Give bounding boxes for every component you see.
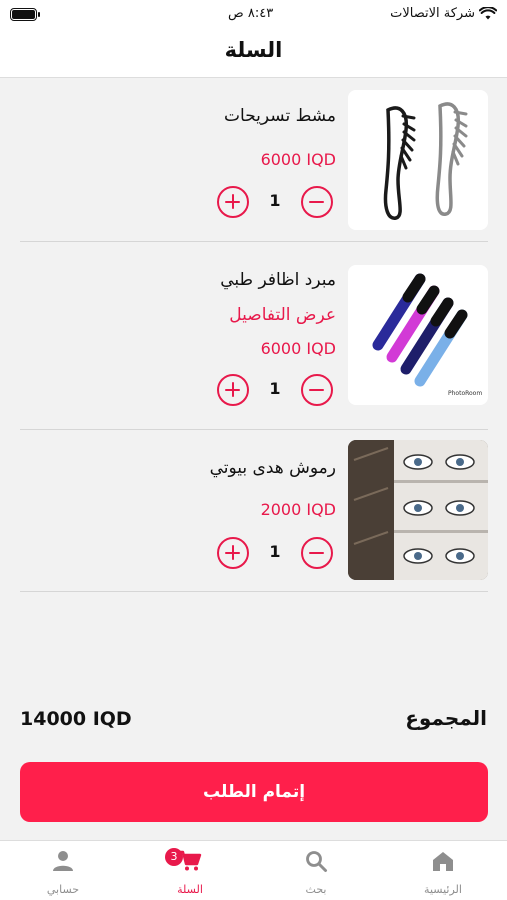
product-image-nail-file[interactable]: PhotoRoom	[348, 265, 488, 405]
item-price: 2000 IQD	[260, 500, 336, 519]
quantity-stepper: 1	[217, 186, 333, 218]
tab-bar: الرئيسية بحث 3 السلة حسابي	[0, 840, 507, 900]
decrease-quantity-button[interactable]	[301, 374, 333, 406]
image-caption: PhotoRoom	[448, 390, 482, 397]
increase-quantity-button[interactable]	[217, 374, 249, 406]
tab-home[interactable]: الرئيسية	[380, 841, 506, 900]
item-name: مشط تسريحات	[224, 106, 336, 126]
tab-cart-label: السلة	[177, 883, 203, 896]
item-price: 6000 IQD	[260, 339, 336, 358]
status-bar: شركة الاتصالات ٨:٤٣ ص	[0, 0, 507, 30]
cart-item: مشط تسريحات 6000 IQD 1	[20, 90, 488, 242]
carrier-name: شركة الاتصالات	[390, 6, 475, 21]
total-label: المجموع	[405, 706, 487, 730]
item-name: مبرد اظافر طبي	[220, 270, 336, 290]
tab-account-label: حسابي	[46, 883, 80, 896]
view-details-link[interactable]: عرض التفاصيل	[229, 305, 336, 325]
increase-quantity-button[interactable]	[217, 537, 249, 569]
quantity-stepper: 1	[217, 374, 333, 406]
quantity-stepper: 1	[217, 537, 333, 569]
product-image-eyelashes[interactable]	[348, 440, 488, 580]
item-quantity: 1	[269, 542, 281, 561]
cart-item: رموش هدى بيوتي 2000 IQD 1	[20, 440, 488, 592]
battery-icon	[10, 8, 40, 21]
item-price: 6000 IQD	[260, 150, 336, 169]
checkout-button[interactable]: إتمام الطلب	[20, 762, 488, 822]
decrease-quantity-button[interactable]	[301, 537, 333, 569]
cart-count-badge: 3	[165, 848, 183, 866]
tab-cart[interactable]: 3 السلة	[127, 841, 253, 900]
item-quantity: 1	[269, 191, 281, 210]
tab-home-label: الرئيسية	[424, 883, 462, 896]
status-time: ٨:٤٣ ص	[228, 6, 274, 21]
search-icon	[306, 851, 327, 872]
home-icon	[433, 852, 453, 871]
status-carrier: شركة الاتصالات	[390, 6, 497, 21]
item-name: رموش هدى بيوتي	[209, 458, 336, 478]
cart-item: PhotoRoom مبرد اظافر طبي عرض التفاصيل 60…	[20, 265, 488, 430]
increase-quantity-button[interactable]	[217, 186, 249, 218]
tab-account[interactable]: حسابي	[0, 841, 126, 900]
wifi-icon	[479, 7, 497, 20]
tab-search-label: بحث	[305, 883, 327, 896]
header: السلة	[0, 30, 507, 78]
page-title: السلة	[224, 38, 283, 62]
decrease-quantity-button[interactable]	[301, 186, 333, 218]
product-image-comb[interactable]	[348, 90, 488, 230]
tab-search[interactable]: بحث	[253, 841, 379, 900]
total-value: 14000 IQD	[20, 708, 132, 730]
user-icon	[53, 851, 73, 871]
item-quantity: 1	[269, 379, 281, 398]
